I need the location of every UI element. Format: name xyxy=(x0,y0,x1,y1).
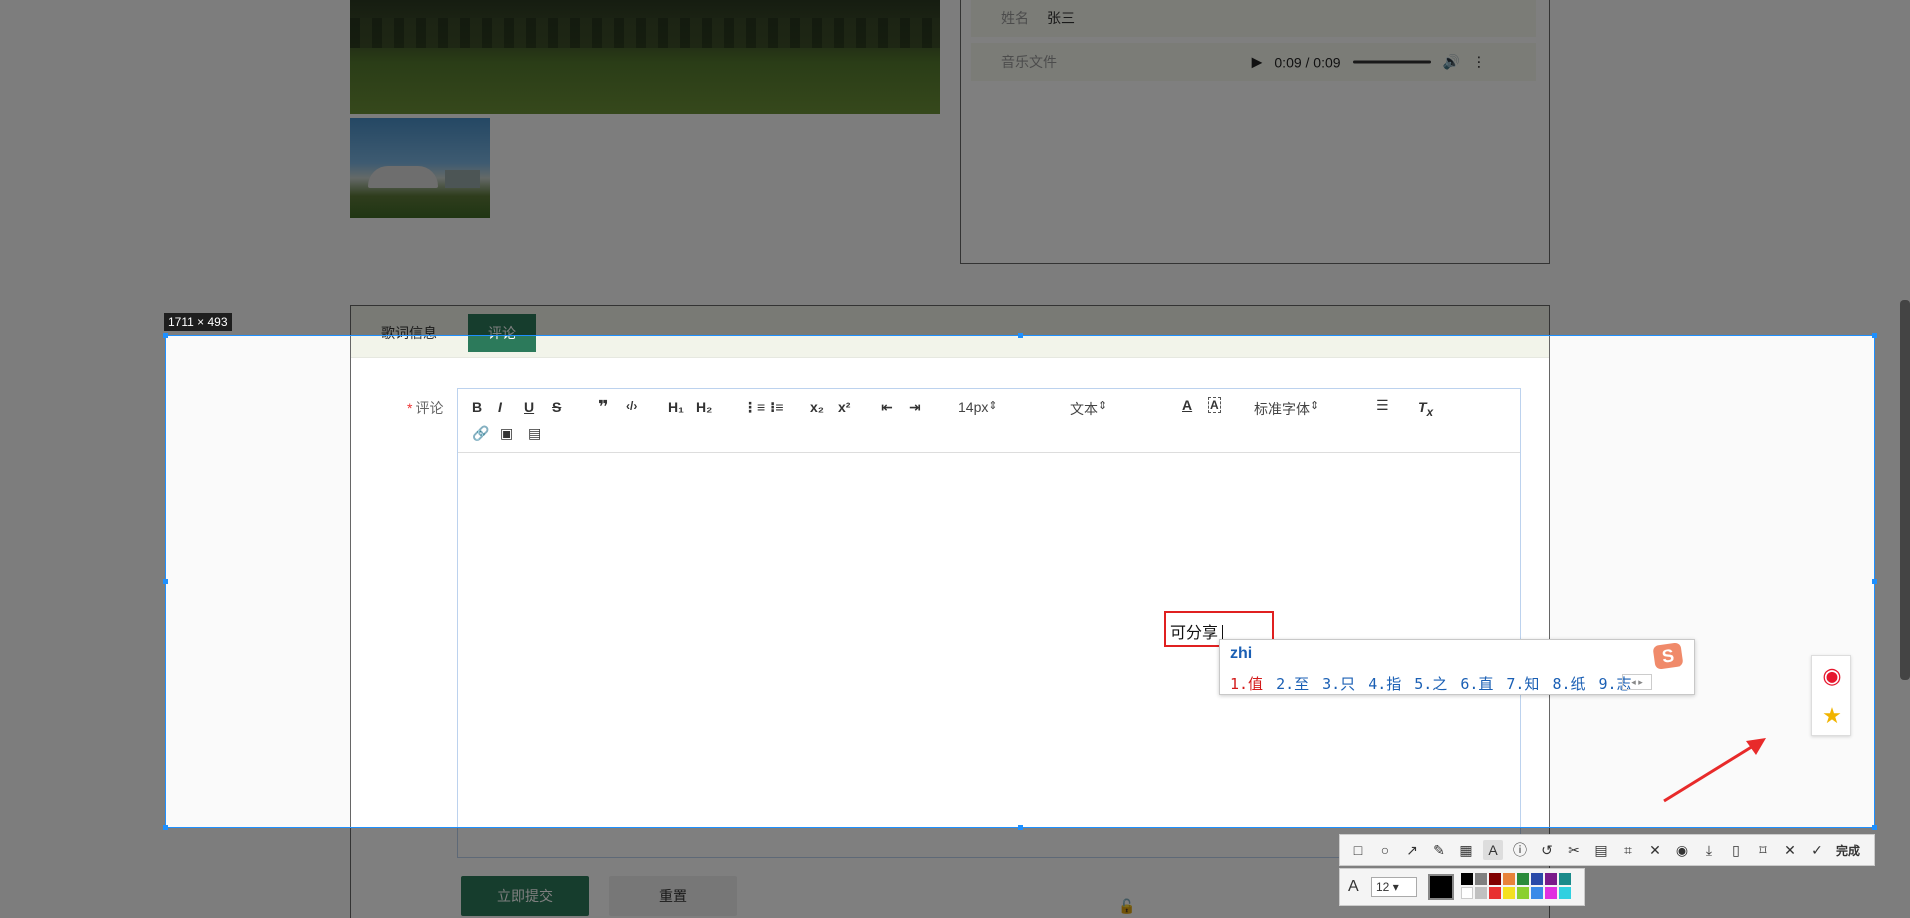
color-swatch[interactable] xyxy=(1461,873,1473,885)
color-swatch[interactable] xyxy=(1461,887,1473,899)
check-icon[interactable]: ✓ xyxy=(1807,840,1827,860)
ime-candidate[interactable]: 4.指 xyxy=(1368,673,1401,694)
pen-icon[interactable]: ✎ xyxy=(1429,840,1449,860)
dim-overlay-top xyxy=(0,0,1910,335)
favorite-star-icon[interactable]: ★ xyxy=(1812,696,1852,736)
ime-candidate-list: 1.值 2.至 3.只 4.指 5.之 6.直 7.知 8.纸 9.志 xyxy=(1230,673,1632,694)
translate-icon[interactable]: ⌗ xyxy=(1618,840,1638,860)
phone-icon[interactable]: ▯ xyxy=(1726,840,1746,860)
current-color-swatch[interactable] xyxy=(1428,874,1454,900)
annotation-text: 可分享 xyxy=(1170,625,1219,642)
ime-candidate[interactable]: 3.只 xyxy=(1322,673,1355,694)
color-swatch[interactable] xyxy=(1531,887,1543,899)
cut-icon[interactable]: ✂ xyxy=(1564,840,1584,860)
text-style-panel: A 12 ▾ xyxy=(1339,868,1585,906)
color-swatch[interactable] xyxy=(1517,873,1529,885)
download-icon[interactable]: ⤓ xyxy=(1699,840,1719,860)
color-swatch[interactable] xyxy=(1489,887,1501,899)
color-swatch[interactable] xyxy=(1559,873,1571,885)
weibo-icon[interactable]: ◉ xyxy=(1812,656,1852,696)
ime-candidate-popup[interactable]: zhi S 1.值 2.至 3.只 4.指 5.之 6.直 7.知 8.纸 9.… xyxy=(1219,639,1695,695)
done-button[interactable]: 完成 xyxy=(1836,842,1860,859)
ime-candidate[interactable]: 7.知 xyxy=(1506,673,1539,694)
close-icon[interactable]: ✕ xyxy=(1780,840,1800,860)
resize-handle[interactable] xyxy=(163,825,168,830)
mosaic-icon[interactable]: ▦ xyxy=(1456,840,1476,860)
color-swatch[interactable] xyxy=(1475,887,1487,899)
ime-page-arrows-icon[interactable]: ◂ ▸ xyxy=(1622,674,1652,690)
resize-handle[interactable] xyxy=(1872,579,1877,584)
resize-handle[interactable] xyxy=(163,579,168,584)
font-icon: A xyxy=(1348,878,1359,895)
font-size-value: 12 xyxy=(1376,880,1390,894)
ime-candidate[interactable]: 2.至 xyxy=(1276,673,1309,694)
resize-handle[interactable] xyxy=(1018,825,1023,830)
undo-icon[interactable]: ↺ xyxy=(1537,840,1557,860)
record-icon[interactable]: ◉ xyxy=(1672,840,1692,860)
page-scrollbar[interactable] xyxy=(1900,300,1910,680)
color-swatch[interactable] xyxy=(1559,887,1571,899)
share-widget: ◉ ★ xyxy=(1811,655,1851,736)
screenshot-toolbar: □ ○ ↗ ✎ ▦ A ⓘ ↺ ✂ ▤ ⌗ ✕ ◉ ⤓ ▯ ⌑ ✕ ✓ 完成 xyxy=(1339,834,1875,866)
color-swatch[interactable] xyxy=(1503,887,1515,899)
color-palette xyxy=(1461,873,1571,899)
ime-candidate[interactable]: 8.纸 xyxy=(1552,673,1585,694)
resize-handle[interactable] xyxy=(1872,825,1877,830)
font-size-dropdown[interactable]: 12 ▾ xyxy=(1371,877,1417,897)
ellipse-icon[interactable]: ○ xyxy=(1375,840,1395,860)
dim-overlay-left xyxy=(0,335,165,828)
color-swatch[interactable] xyxy=(1531,873,1543,885)
arrow-icon[interactable]: ↗ xyxy=(1402,840,1422,860)
resize-handle[interactable] xyxy=(1018,333,1023,338)
pin-icon[interactable]: ✕ xyxy=(1645,840,1665,860)
resize-handle[interactable] xyxy=(1872,333,1877,338)
drawn-arrow-annotation xyxy=(1663,738,1766,803)
selection-size-label: 1711 × 493 xyxy=(164,313,232,331)
resize-handle[interactable] xyxy=(163,333,168,338)
color-swatch[interactable] xyxy=(1475,873,1487,885)
text-tool-icon[interactable]: A xyxy=(1483,840,1503,860)
color-swatch[interactable] xyxy=(1503,873,1515,885)
ocr-icon[interactable]: ▤ xyxy=(1591,840,1611,860)
rectangle-icon[interactable]: □ xyxy=(1348,840,1368,860)
capture-selection[interactable] xyxy=(163,333,1877,830)
ime-candidate[interactable]: 5.之 xyxy=(1414,673,1447,694)
color-swatch[interactable] xyxy=(1489,873,1501,885)
number-marker-icon[interactable]: ⓘ xyxy=(1510,840,1530,860)
color-swatch[interactable] xyxy=(1545,873,1557,885)
color-swatch[interactable] xyxy=(1517,887,1529,899)
color-swatch[interactable] xyxy=(1545,887,1557,899)
bookmark-icon[interactable]: ⌑ xyxy=(1753,840,1773,860)
ime-pinyin-input: zhi xyxy=(1230,645,1253,662)
sogou-logo-icon: S xyxy=(1652,642,1684,670)
ime-candidate[interactable]: 6.直 xyxy=(1460,673,1493,694)
ime-candidate[interactable]: 1.值 xyxy=(1230,673,1263,694)
